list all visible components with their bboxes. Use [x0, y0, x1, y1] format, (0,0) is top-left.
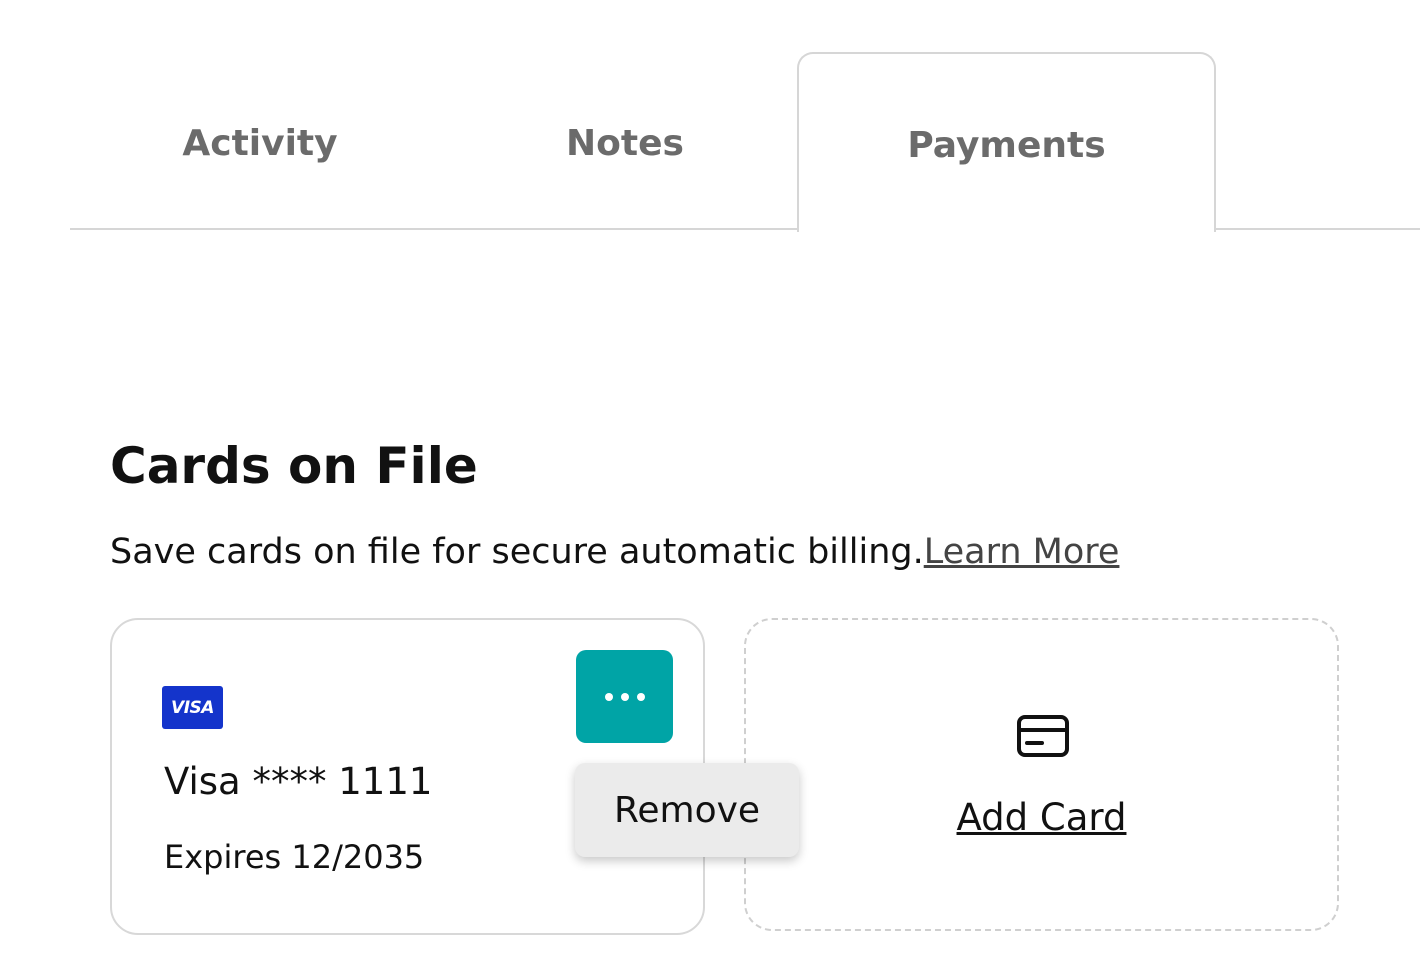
- add-card-label: Add Card: [956, 796, 1127, 839]
- tab-bar-divider: [70, 228, 1420, 230]
- more-horizontal-icon: [604, 692, 613, 701]
- section-description: Save cards on file for secure automatic …: [110, 530, 1119, 574]
- more-horizontal-icon-dot: [620, 692, 629, 701]
- remove-card-menu-item[interactable]: Remove: [614, 790, 760, 831]
- tab-notes[interactable]: Notes: [440, 52, 810, 230]
- credit-card-icon: [1017, 715, 1069, 757]
- more-horizontal-icon-dot: [636, 692, 645, 701]
- visa-logo: VISA: [162, 686, 223, 729]
- tab-activity[interactable]: Activity: [70, 52, 450, 230]
- card-options-button[interactable]: [576, 650, 673, 743]
- card-expiry: Expires 12/2035: [164, 838, 425, 876]
- add-card-button[interactable]: Add Card: [744, 618, 1339, 931]
- tab-payments-label: Payments: [907, 124, 1106, 166]
- section-description-text: Save cards on file for secure automatic …: [110, 532, 924, 572]
- learn-more-link[interactable]: Learn More: [924, 532, 1120, 572]
- section-title: Cards on File: [110, 437, 478, 495]
- tab-activity-label: Activity: [182, 122, 338, 164]
- payments-page: Activity Notes Payments Cards on File Sa…: [0, 0, 1420, 967]
- tab-payments[interactable]: Payments: [797, 52, 1216, 234]
- tab-notes-label: Notes: [566, 122, 684, 164]
- card-options-menu: Remove: [575, 763, 799, 857]
- card-name: Visa **** 1111: [164, 760, 433, 803]
